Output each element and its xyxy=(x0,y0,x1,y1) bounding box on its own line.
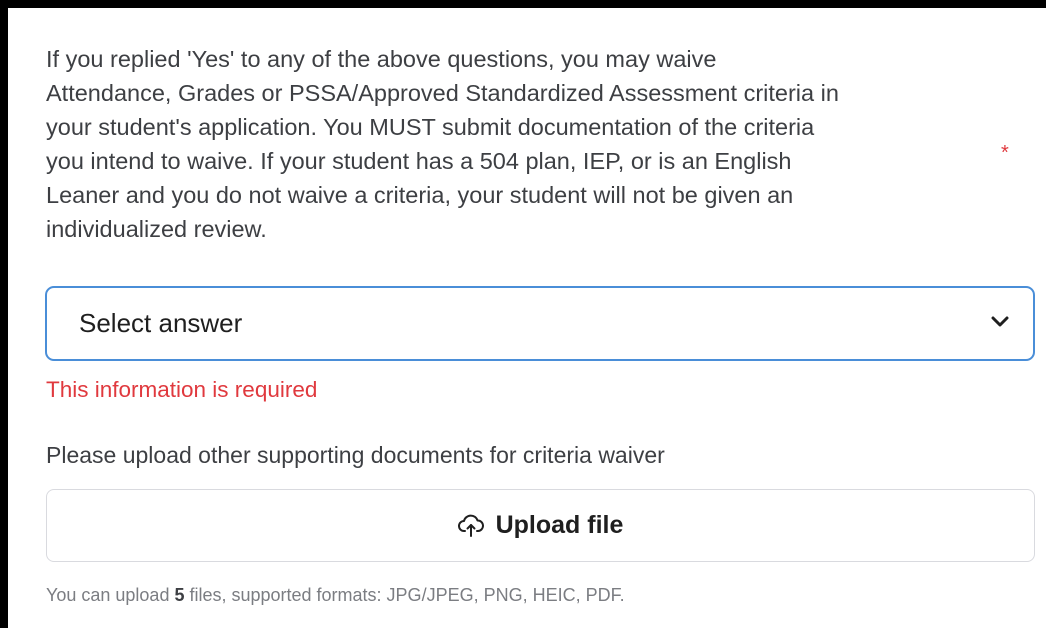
upload-label: Please upload other supporting documents… xyxy=(46,442,665,468)
cloud-upload-icon xyxy=(457,514,484,537)
upload-hint-suffix: files, supported formats: JPG/JPEG, PNG,… xyxy=(184,585,625,605)
question-text: If you replied 'Yes' to any of the above… xyxy=(46,46,839,242)
answer-select[interactable]: Select answer xyxy=(45,286,1035,361)
upload-file-button[interactable]: Upload file xyxy=(46,489,1035,562)
chevron-down-icon xyxy=(991,316,1009,327)
upload-hint-prefix: You can upload xyxy=(46,585,175,605)
upload-file-count: 5 xyxy=(174,585,185,605)
upload-button-label: Upload file xyxy=(495,511,624,539)
required-error-message: This information is required xyxy=(46,377,318,402)
select-value: Select answer xyxy=(79,308,243,338)
upload-hint: You can upload 5 files, supported format… xyxy=(46,585,625,606)
required-asterisk: * xyxy=(1001,142,1009,164)
form-panel: If you replied 'Yes' to any of the above… xyxy=(0,0,1046,628)
